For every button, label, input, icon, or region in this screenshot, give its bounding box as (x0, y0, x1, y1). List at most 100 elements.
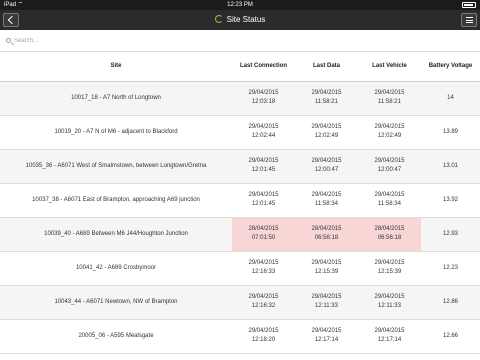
search-input[interactable] (14, 34, 474, 48)
table-row[interactable]: 20005_06 - A595 Mealsgate 29/04/2015 12:18… (0, 319, 480, 353)
last-connection-cell: 29/04/2015 12:16:33 (232, 251, 295, 285)
battery-voltage-cell: 13.89 (442, 128, 458, 135)
time-text: 12:16:33 (251, 269, 276, 275)
time-text: 11:58:34 (378, 201, 401, 207)
time-text: 12:02:49 (314, 133, 339, 139)
battery-voltage-cell: 14 (447, 94, 454, 101)
date-text: 29/04/2015 (248, 294, 279, 300)
hamburger-menu-icon (466, 17, 473, 23)
table-row[interactable]: 10041_42 - A689 Crosbymoor 29/04/2015 12:1… (0, 251, 480, 285)
last-connection-cell: 29/04/2015 12:18:20 (232, 319, 295, 353)
date-text: 29/04/2015 (311, 294, 342, 300)
date-text: 28/04/2015 (311, 226, 342, 232)
last-data-cell: 29/04/2015 11:58:21 (295, 81, 358, 115)
last-vehicle-cell: 29/04/2015 12:02:49 (358, 115, 421, 149)
last-vehicle-cell: 29/04/2015 11:58:34 (358, 183, 421, 217)
header-last-data[interactable]: Last Data (295, 52, 358, 82)
header-battery-voltage[interactable]: Battery Voltage (421, 52, 480, 82)
logo-icon (214, 15, 223, 23)
date-text: 29/04/2015 (311, 158, 342, 164)
date-text: 29/04/2015 (248, 260, 279, 266)
table-row[interactable]: 10043_44 - A6071 Newtown, NW of Brampton… (0, 285, 480, 319)
time-text: 12:02:49 (377, 133, 402, 139)
battery-voltage-cell: 13.01 (442, 162, 458, 169)
last-vehicle-cell: 28/04/2015 06:56:18 (358, 217, 421, 251)
table-row[interactable]: 10017_18 - A7 North of Longtown 29/04/201… (0, 81, 480, 115)
date-text: 29/04/2015 (248, 192, 279, 198)
header-site[interactable]: Site (0, 52, 232, 82)
time-text: 11:58:34 (315, 201, 338, 207)
header-last-vehicle[interactable]: Last Vehicle (358, 52, 421, 82)
time-text: 12:03:18 (251, 99, 276, 105)
time-text: 12:00:47 (377, 167, 402, 173)
time-text: 12:15:39 (377, 269, 402, 275)
page-title-container: Site Status (0, 10, 480, 30)
time-text: 12:17:14 (314, 337, 339, 343)
clock: 12:23 PM (227, 2, 253, 8)
date-text: 29/04/2015 (311, 124, 342, 130)
time-text: 12:15:39 (314, 269, 339, 275)
date-text: 29/04/2015 (248, 328, 279, 334)
battery-voltage-cell: 13.92 (442, 196, 458, 203)
time-text: 12:17:14 (377, 337, 402, 343)
site-name-cell: 10017_18 - A7 North of Longtown (71, 94, 161, 101)
last-vehicle-cell: 29/04/2015 12:15:39 (358, 251, 421, 285)
site-name-cell: 10037_38 - A6071 East of Brampton, appro… (32, 196, 200, 203)
table-body: 10017_18 - A7 North of Longtown 29/04/201… (0, 81, 480, 353)
date-text: 29/04/2015 (311, 90, 342, 96)
date-text: 29/04/2015 (374, 124, 405, 130)
time-text: 12:16:32 (251, 303, 276, 309)
time-text: 06:56:18 (314, 235, 339, 241)
site-name-cell: 10043_44 - A6071 Newtown, NW of Brampton (54, 298, 178, 305)
time-text: 12:00:47 (314, 167, 339, 173)
time-text: 06:56:18 (377, 235, 402, 241)
header-last-connection[interactable]: Last Connection (232, 52, 295, 82)
battery-voltage-cell: 12.66 (442, 332, 458, 339)
site-status-table: Site Last Connection Last Data Last Vehi… (0, 52, 480, 354)
date-text: 29/04/2015 (374, 260, 405, 266)
search-bar (0, 30, 480, 52)
battery-voltage-cell: 12.86 (442, 298, 458, 305)
battery-voltage-cell: 12.23 (442, 264, 458, 271)
time-text: 12:18:20 (251, 337, 276, 343)
last-data-cell: 28/04/2015 06:56:18 (295, 217, 358, 251)
date-text: 28/04/2015 (374, 226, 405, 232)
search-icon (6, 38, 11, 43)
date-text: 28/04/2015 (248, 226, 279, 232)
menu-button[interactable] (461, 13, 477, 27)
table-row[interactable]: 10035_36 - A6071 West of Smalmstown, bet… (0, 149, 480, 183)
last-connection-cell: 29/04/2015 12:03:18 (232, 81, 295, 115)
nav-bar: Site Status (0, 10, 480, 30)
last-vehicle-cell: 29/04/2015 12:17:14 (358, 319, 421, 353)
table-row[interactable]: 10019_20 - A7 N of M6 - adjacent to Blac… (0, 115, 480, 149)
date-text: 29/04/2015 (248, 158, 279, 164)
last-data-cell: 29/04/2015 12:17:14 (295, 319, 358, 353)
time-text: 12:02:44 (251, 133, 276, 139)
site-name-cell: 20005_06 - A595 Mealsgate (78, 332, 154, 339)
time-text: 11:58:21 (315, 99, 338, 105)
table-row[interactable]: 10037_38 - A6071 East of Brampton, appro… (0, 183, 480, 217)
last-data-cell: 29/04/2015 12:11:33 (295, 285, 358, 319)
site-name-cell: 10035_36 - A6071 West of Smalmstown, bet… (25, 162, 207, 169)
site-name-cell: 10041_42 - A689 Crosbymoor (75, 264, 157, 271)
time-text: 12:11:33 (315, 303, 338, 309)
last-data-cell: 29/04/2015 12:15:39 (295, 251, 358, 285)
page-title: Site Status (226, 15, 266, 24)
battery-icon (462, 2, 476, 8)
last-connection-cell: 29/04/2015 12:01:45 (232, 183, 295, 217)
last-data-cell: 29/04/2015 12:00:47 (295, 149, 358, 183)
time-text: 07:01:50 (251, 235, 276, 241)
table-row[interactable]: 10039_40 - A689 Between M6 J44/Houghton … (0, 217, 480, 251)
status-bar: iPad ⌔ 12:23 PM (0, 0, 480, 10)
last-vehicle-cell: 29/04/2015 12:11:33 (358, 285, 421, 319)
time-text: 12:11:33 (378, 303, 401, 309)
date-text: 29/04/2015 (248, 124, 279, 130)
last-connection-cell: 29/04/2015 12:16:32 (232, 285, 295, 319)
last-vehicle-cell: 29/04/2015 12:00:47 (358, 149, 421, 183)
time-text: 12:01:45 (251, 167, 276, 173)
site-name-cell: 10019_20 - A7 N of M6 - adjacent to Blac… (54, 128, 178, 135)
date-text: 29/04/2015 (311, 328, 342, 334)
date-text: 29/04/2015 (248, 90, 279, 96)
last-vehicle-cell: 29/04/2015 11:58:21 (358, 81, 421, 115)
site-name-cell: 10039_40 - A689 Between M6 J44/Houghton … (44, 230, 188, 237)
